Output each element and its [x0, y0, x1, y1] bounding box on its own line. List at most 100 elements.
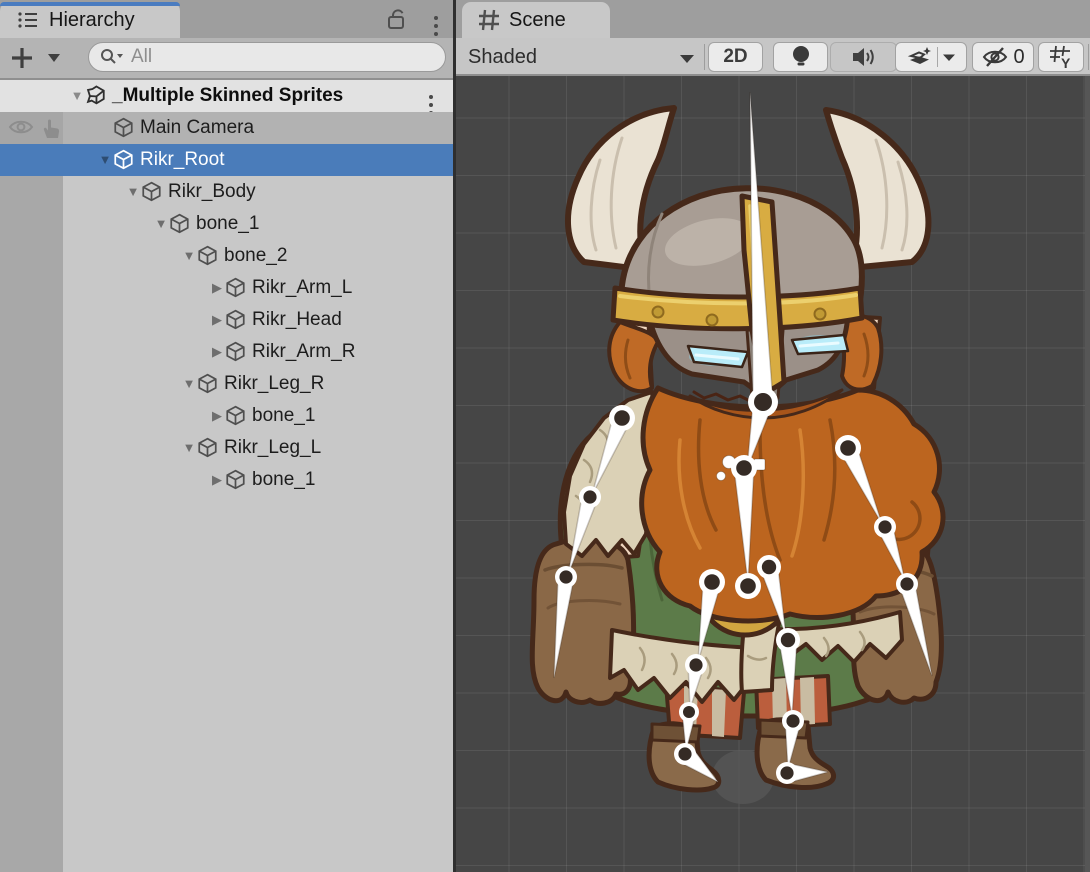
2d-toggle-button[interactable]: 2D: [708, 42, 763, 72]
svg-text:Y: Y: [1061, 55, 1071, 70]
scene-grid-icon: [478, 9, 500, 31]
draw-mode-value: Shaded: [468, 46, 537, 69]
scene-visibility-button[interactable]: 0: [972, 42, 1034, 72]
scene-tabbar: Scene: [456, 0, 1090, 38]
row-label: bone_1: [252, 464, 315, 496]
grid-visibility-button[interactable]: Y: [1038, 42, 1084, 72]
hierarchy-search-row: All: [0, 38, 453, 80]
toolbar-separator: [704, 44, 705, 70]
row-label: Rikr_Body: [168, 176, 256, 208]
row-label: Rikr_Arm_R: [252, 336, 355, 368]
hierarchy-row-rikr-arm-l[interactable]: ▶ Rikr_Arm_L: [0, 272, 453, 304]
row-label: bone_2: [224, 240, 287, 272]
scene-lighting-button[interactable]: [773, 42, 828, 72]
row-label: _Multiple Skinned Sprites: [112, 80, 343, 112]
viking-character-sprite[interactable]: [532, 108, 943, 804]
lightbulb-icon: [790, 45, 812, 69]
scene-audio-button[interactable]: [830, 42, 897, 72]
row-label: Rikr_Leg_L: [224, 432, 321, 464]
joint-dot-right-elbow: [878, 520, 891, 533]
effects-visibility-button[interactable]: [895, 42, 967, 72]
gameobject-cube-icon: [168, 212, 192, 236]
row-label: Rikr_Head: [252, 304, 342, 336]
button-separator: [937, 47, 938, 67]
gameobject-cube-icon: [196, 372, 220, 396]
hierarchy-menu-icon[interactable]: [434, 15, 438, 33]
row-label: Rikr_Root: [140, 144, 224, 176]
unity-scene-icon: [84, 84, 108, 108]
toolbar-separator: [1088, 44, 1089, 70]
joint-dot-right-shin: [786, 714, 799, 727]
gameobject-cube-icon: [112, 148, 136, 172]
scene-header-row[interactable]: ▼ _Multiple Skinned Sprites: [0, 80, 453, 112]
gameobject-cube-icon: [224, 276, 248, 300]
hierarchy-row-rikr-arm-r[interactable]: ▶ Rikr_Arm_R: [0, 336, 453, 368]
search-input[interactable]: All: [88, 42, 446, 72]
joint-dot-right-hip: [762, 560, 776, 574]
gameobject-cube-icon: [224, 308, 248, 332]
speaker-icon: [851, 46, 877, 68]
lock-icon[interactable]: [384, 7, 408, 31]
draw-mode-dropdown[interactable]: Shaded: [456, 42, 704, 72]
hierarchy-tree: ▼ _Multiple Skinned Sprites Main Camera▼…: [0, 80, 453, 872]
row-label: Rikr_Leg_R: [224, 368, 324, 400]
joint-dot-left-elbow: [583, 490, 596, 503]
row-label: bone_1: [196, 208, 259, 240]
joint-dot-left-shin: [683, 706, 695, 718]
scene-menu-icon[interactable]: [429, 94, 433, 112]
scene-right-edge: [1085, 76, 1090, 872]
scene-panel: Scene Shaded 2D: [456, 0, 1090, 872]
scene-viewport[interactable]: [456, 76, 1090, 872]
hierarchy-list-icon: [16, 8, 40, 32]
chevron-down-icon: [678, 53, 696, 64]
row-label: Main Camera: [140, 112, 254, 144]
hierarchy-row-bone-1[interactable]: ▼ bone_1: [0, 208, 453, 240]
scene-toolbar: Shaded 2D: [456, 38, 1090, 76]
hierarchy-row-bone-1[interactable]: ▶ bone_1: [0, 464, 453, 496]
joint-dot-right-wrist: [900, 577, 913, 590]
gameobject-cube-icon: [224, 340, 248, 364]
hierarchy-row-main-camera[interactable]: Main Camera: [0, 112, 453, 144]
row-label: Rikr_Arm_L: [252, 272, 352, 304]
hierarchy-row-bone-2[interactable]: ▼ bone_2: [0, 240, 453, 272]
row-label: bone_1: [252, 400, 315, 432]
joint-dot-head: [754, 393, 772, 411]
hierarchy-row-rikr-root[interactable]: ▼ Rikr_Root: [0, 144, 453, 176]
gameobject-cube-icon: [140, 180, 164, 204]
joint-dot-left-shoulder: [614, 410, 630, 426]
hierarchy-row-rikr-body[interactable]: ▼ Rikr_Body: [0, 176, 453, 208]
gameobject-cube-icon: [112, 116, 136, 140]
hand-toggle-icon[interactable]: [38, 117, 64, 139]
hierarchy-row-rikr-leg-r[interactable]: ▼ Rikr_Leg_R: [0, 368, 453, 400]
gameobject-cube-icon: [196, 436, 220, 460]
joint-dot-left-foot: [678, 747, 691, 760]
joint-dot-left-wrist: [559, 570, 572, 583]
hierarchy-tab-label: Hierarchy: [49, 2, 135, 38]
gameobject-cube-icon: [224, 468, 248, 492]
root-marker: [717, 472, 726, 481]
joint-dot-right-foot: [780, 766, 793, 779]
unity-editor: { "hierarchy": { "tab_label": "Hierarchy…: [0, 0, 1090, 872]
eye-toggle-icon[interactable]: [8, 117, 34, 139]
hierarchy-panel: Hierarchy: [0, 0, 453, 872]
hidden-count: 0: [1013, 46, 1024, 69]
effects-dropdown-caret-icon[interactable]: [942, 53, 956, 62]
hierarchy-row-rikr-leg-l[interactable]: ▼ Rikr_Leg_L: [0, 432, 453, 464]
eye-slash-icon: [981, 46, 1009, 68]
2d-toggle-label: 2D: [723, 46, 747, 68]
add-object-caret-icon: [48, 54, 60, 62]
gameobject-cube-icon: [224, 404, 248, 428]
hierarchy-tabbar: Hierarchy: [0, 0, 453, 38]
add-object-button[interactable]: [8, 42, 64, 72]
joint-dot-spine: [736, 460, 752, 476]
gameobject-cube-icon: [196, 244, 220, 268]
search-filter-value: All: [131, 46, 152, 68]
tab-scene[interactable]: Scene: [462, 2, 610, 38]
hierarchy-row-bone-1[interactable]: ▶ bone_1: [0, 400, 453, 432]
joint-dot-right-thigh: [781, 633, 795, 647]
tab-hierarchy[interactable]: Hierarchy: [0, 2, 180, 38]
hierarchy-row-rikr-head[interactable]: ▶ Rikr_Head: [0, 304, 453, 336]
joint-dot-left-knee: [689, 658, 702, 671]
joint-dot-pelvis: [740, 578, 756, 594]
grid-axis-icon: Y: [1048, 44, 1074, 70]
